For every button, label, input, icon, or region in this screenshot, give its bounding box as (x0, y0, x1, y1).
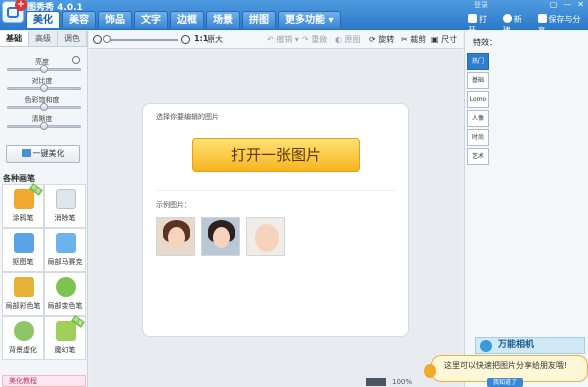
subtab-basic[interactable]: 基础 (0, 31, 29, 46)
color-brush-icon (14, 277, 34, 297)
zoom-in-icon[interactable] (181, 35, 190, 44)
status-box (366, 378, 386, 386)
divider (156, 190, 396, 191)
effect-tab-lomo[interactable]: Lomo (467, 91, 489, 108)
paint-bucket-icon (56, 277, 76, 297)
crop-button[interactable]: ✂ 裁剪 (401, 34, 426, 45)
tab-more[interactable]: 更多功能 ▾ (278, 11, 341, 28)
app-logo-icon: + (2, 0, 27, 23)
plus-icon (502, 14, 512, 23)
tab-frame[interactable]: 边框 (170, 11, 204, 28)
one-key-beautify-button[interactable]: 一键美化 (6, 145, 80, 163)
canvas-area: 选择你要编辑的图片 打开一张图片 示例图片： (89, 50, 463, 387)
brush-icon (14, 189, 34, 209)
effects-panel: 特效： 热门 基础 Lomo 人像 时尚 艺术 万能相机 (464, 31, 588, 387)
zoom-slider[interactable] (106, 39, 178, 41)
left-panel: 基础 高级 调色 亮度 对比度 色彩饱和度 清晰度 一键美化 各种画笔 新版 涂鸦… (0, 31, 88, 387)
tool-color-pen[interactable]: 局部彩色笔 (2, 272, 44, 316)
sample-label: 示例图片： (156, 201, 191, 209)
slider-thumb[interactable] (40, 103, 48, 111)
effect-tab-basic[interactable]: 基础 (467, 72, 489, 89)
slider-thumb[interactable] (40, 84, 48, 92)
sample-images (156, 217, 285, 256)
tab-beautify[interactable]: 美化 (26, 11, 60, 28)
tab-text[interactable]: 文字 (134, 11, 168, 28)
open-image-button[interactable]: 打开一张图片 (192, 138, 360, 172)
sharpness-slider[interactable]: 清晰度 (0, 114, 87, 133)
tool-recolor-pen[interactable]: 局部变色笔 (44, 272, 86, 316)
cutout-icon (14, 233, 34, 253)
zoom-out-icon[interactable] (93, 35, 102, 44)
effect-tab-hot[interactable]: 热门 (467, 53, 489, 70)
image-icon (21, 149, 31, 157)
open-image-card: 选择你要编辑的图片 打开一张图片 示例图片： (142, 103, 409, 337)
zoom-slider-thumb[interactable] (103, 35, 111, 43)
effect-tab-art[interactable]: 艺术 (467, 148, 489, 165)
save-icon (537, 14, 547, 23)
subtab-advanced[interactable]: 高级 (29, 31, 58, 46)
tab-scene[interactable]: 场景 (206, 11, 240, 28)
tab-collage[interactable]: 拼图 (242, 11, 276, 28)
tool-cutout-pen[interactable]: 抠图笔 (2, 228, 44, 272)
got-it-button[interactable]: 我知道了 (487, 378, 523, 387)
mascot-icon (424, 364, 436, 378)
title-bar: + 图秀秀 4.0.1 美化 美容 饰品 文字 边框 场景 拼图 更多功能 ▾ … (0, 0, 588, 35)
actual-size-button[interactable]: 原大 (207, 34, 223, 45)
magic-wand-icon (56, 321, 76, 341)
sample-image-3[interactable] (246, 217, 285, 256)
mosaic-icon (56, 233, 76, 253)
tab-face[interactable]: 美容 (62, 11, 96, 28)
tutorial-link[interactable]: 美化教程 (2, 375, 86, 387)
tab-accessories[interactable]: 饰品 (98, 11, 132, 28)
brush-tools: 新版 涂鸦笔 消除笔 抠图笔 局部马赛克 局部彩色笔 局部变色笔 背景虚化 新版魔… (2, 183, 86, 360)
main-tabs: 美化 美容 饰品 文字 边框 场景 拼图 更多功能 ▾ (26, 11, 341, 28)
original-button[interactable]: ◐ 原图 (335, 34, 361, 45)
effect-tab-portrait[interactable]: 人像 (467, 110, 489, 127)
effect-tab-fashion[interactable]: 时尚 (467, 129, 489, 146)
sample-image-2[interactable] (201, 217, 240, 256)
folder-icon (468, 14, 477, 23)
minimize-icon[interactable]: — (563, 0, 571, 9)
subtab-color[interactable]: 调色 (58, 31, 87, 46)
zoom-status: 100% (392, 378, 413, 386)
saturation-slider[interactable]: 色彩饱和度 (0, 95, 87, 114)
blur-icon (14, 321, 34, 341)
window-controls: ▢ — ✕ (550, 0, 584, 9)
edit-toolbar: 1:1 原大 ↶ 撤销 ▾ ↷ 重做 ◐ 原图 ⟳ 旋转 ✂ 裁剪 ▣ 尺寸 (89, 31, 463, 49)
contrast-slider[interactable]: 对比度 (0, 76, 87, 95)
brightness-slider[interactable]: 亮度 (0, 57, 87, 76)
redo-button[interactable]: ↷ 重做 (302, 34, 327, 45)
effect-category-tabs: 热门 基础 Lomo 人像 时尚 艺术 (467, 53, 490, 167)
slider-thumb[interactable] (40, 65, 48, 73)
tool-eraser-pen[interactable]: 消除笔 (44, 184, 86, 228)
login-link[interactable]: 登录 (474, 0, 488, 10)
brush-section-title: 各种画笔 (3, 174, 35, 183)
share-tip-bubble: 这里可以快速把图片分享给朋友哦! 我知道了 (424, 355, 588, 387)
status-bar: 100% (366, 378, 412, 386)
undo-button[interactable]: ↶ 撤销 ▾ (267, 34, 299, 45)
resize-button[interactable]: ▣ 尺寸 (431, 34, 457, 45)
maximize-icon[interactable]: ▢ (550, 0, 558, 9)
open-hint: 选择你要编辑的图片 (156, 113, 219, 121)
camera-ad-banner[interactable]: 万能相机 (475, 337, 585, 354)
tool-background-blur[interactable]: 背景虚化 (2, 316, 44, 360)
close-icon[interactable]: ✕ (577, 0, 584, 9)
rotate-button[interactable]: ⟳ 旋转 (369, 34, 394, 45)
adjust-subtabs: 基础 高级 调色 (0, 31, 87, 47)
tool-doodle-pen[interactable]: 新版 涂鸦笔 (2, 183, 44, 228)
camera-icon (480, 340, 492, 352)
slider-thumb[interactable] (40, 122, 48, 130)
sample-image-1[interactable] (156, 217, 195, 256)
effects-title: 特效： (473, 38, 497, 47)
eraser-icon (56, 189, 76, 209)
tool-magic-pen[interactable]: 新版 魔幻笔 (44, 315, 86, 360)
tool-mosaic[interactable]: 局部马赛克 (44, 228, 86, 272)
